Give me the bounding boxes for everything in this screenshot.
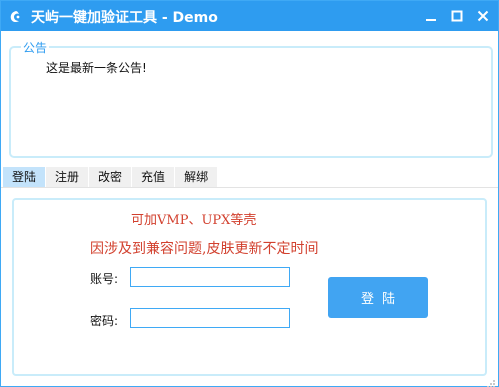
close-icon	[477, 7, 489, 26]
title-bar[interactable]: 天屿一键加验证工具 - Demo	[1, 1, 498, 31]
tab-change-password[interactable]: 改密	[89, 167, 133, 187]
notice-panel: 公告 这是最新一条公告!	[9, 39, 493, 158]
tab-login[interactable]: 登陆	[3, 167, 47, 187]
window-title: 天屿一键加验证工具 - Demo	[31, 10, 218, 26]
tab-unbind[interactable]: 解绑	[175, 167, 219, 187]
minimize-icon	[425, 7, 437, 26]
login-button[interactable]: 登陆	[328, 277, 428, 318]
tab-divider	[1, 187, 498, 188]
tab-bar: 登陆 注册 改密 充值 解绑	[3, 167, 219, 187]
tab-register[interactable]: 注册	[46, 167, 90, 187]
resize-grip-icon[interactable]	[486, 374, 496, 387]
notice-text: 这是最新一条公告!	[46, 61, 147, 75]
account-label: 账号:	[90, 272, 119, 286]
password-label: 密码:	[90, 314, 119, 328]
close-button[interactable]	[471, 4, 495, 28]
notice-legend: 公告	[21, 39, 50, 56]
app-window: 天屿一键加验证工具 - Demo 公告 这是最新一条公告! 登陆 注册 改密 充…	[0, 0, 499, 387]
promo-line-1: 可加VMP、UPX等壳	[131, 213, 257, 228]
maximize-icon	[451, 7, 463, 26]
account-input[interactable]	[130, 267, 290, 287]
tab-recharge[interactable]: 充值	[132, 167, 176, 187]
minimize-button[interactable]	[419, 4, 443, 28]
maximize-button[interactable]	[445, 4, 469, 28]
app-logo-icon	[9, 9, 23, 23]
login-panel: 可加VMP、UPX等壳 因涉及到兼容问题,皮肤更新不定时间 账号: 密码: 登陆	[12, 198, 487, 376]
password-input[interactable]	[130, 308, 290, 328]
promo-line-2: 因涉及到兼容问题,皮肤更新不定时间	[90, 241, 319, 257]
